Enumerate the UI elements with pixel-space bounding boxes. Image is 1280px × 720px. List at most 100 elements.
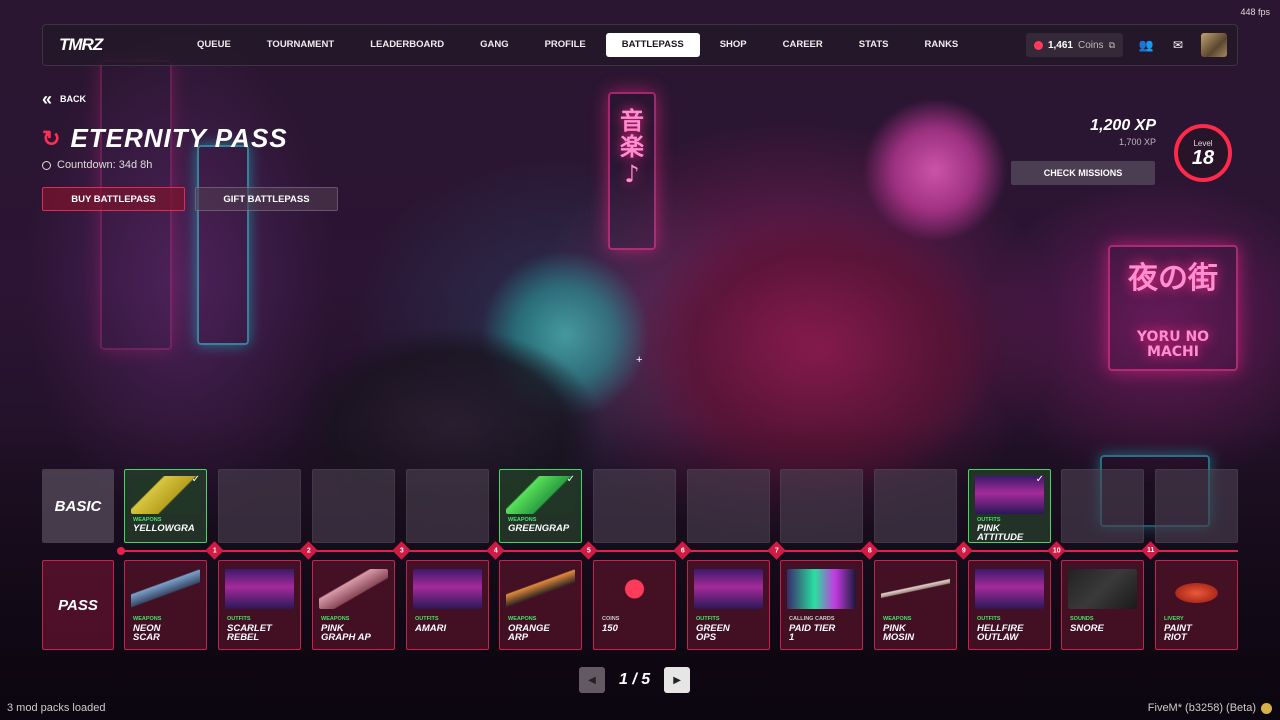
pass-reward-slot[interactable]: CALLING CARDS PAID TIER 1 — [780, 560, 863, 650]
pass-reward-slot[interactable]: WEAPONS PINK GRAPH AP — [312, 560, 395, 650]
pass-title: ↻ ETERNITY PASS — [42, 123, 288, 154]
basic-reward-slot[interactable] — [874, 469, 957, 543]
basic-reward-slot[interactable]: ✓ WEAPONS YELLOWGRA — [124, 469, 207, 543]
pass-row-label: PASS — [42, 560, 114, 650]
nav-item-stats[interactable]: STATS — [843, 33, 905, 57]
pass-reward-slot[interactable]: SOUNDS SNORE — [1061, 560, 1144, 650]
basic-reward-slot[interactable] — [687, 469, 770, 543]
check-icon: ✓ — [566, 474, 575, 485]
reward-thumbnail — [319, 569, 388, 609]
reward-name: PAID TIER 1 — [789, 623, 836, 643]
basic-reward-slot[interactable] — [593, 469, 676, 543]
pass-reward-slot[interactable]: WEAPONS NEON SCAR — [124, 560, 207, 650]
friends-icon[interactable]: 👥 — [1137, 38, 1155, 52]
nav-item-battlepass[interactable]: BATTLEPASS — [605, 33, 700, 57]
avatar[interactable] — [1201, 33, 1227, 57]
reward-thumbnail — [1162, 569, 1231, 609]
basic-reward-slot[interactable] — [406, 469, 489, 543]
nav-menu: QUEUE TOURNAMENT LEADERBOARD GANG PROFILE BAT… — [181, 33, 974, 57]
reward-category: OUTFITS — [696, 616, 720, 622]
pass-reward-slot[interactable]: OUTFITS SCARLET REBEL — [218, 560, 301, 650]
reward-thumbnail — [694, 569, 763, 609]
coins-value: 1,461 — [1047, 39, 1073, 51]
prev-page-button[interactable]: ◀ — [579, 667, 605, 693]
nav-item-leaderboard[interactable]: LEADERBOARD — [354, 33, 460, 57]
nav-item-shop[interactable]: SHOP — [704, 33, 763, 57]
reward-thumbnail — [131, 476, 200, 514]
page-indicator: 1 / 5 — [619, 671, 651, 688]
brand-logo[interactable]: TMRZ — [59, 35, 141, 55]
reward-name: SNORE — [1070, 623, 1104, 634]
coins-balance[interactable]: 1,461 Coins ⧉ — [1025, 33, 1123, 57]
coin-icon — [1032, 38, 1045, 52]
reward-thumbnail — [1068, 569, 1137, 609]
reward-thumbnail — [787, 569, 856, 609]
mod-packs-status: 3 mod packs loaded — [7, 702, 106, 714]
fivem-icon — [1261, 702, 1272, 714]
nav-item-ranks[interactable]: RANKS — [908, 33, 974, 57]
nav-item-tournament[interactable]: TOURNAMENT — [251, 33, 350, 57]
reward-name: HELLFIRE OUTLAW — [977, 623, 1024, 643]
basic-reward-slot[interactable] — [780, 469, 863, 543]
tier-number: 6 — [680, 547, 685, 554]
fps-counter: 448 fps — [1240, 7, 1270, 17]
pagination: ◀ 1 / 5 ▶ — [579, 667, 691, 693]
pass-reward-slot[interactable]: WEAPONS ORANGE ARP — [499, 560, 582, 650]
nav-item-gang[interactable]: GANG — [464, 33, 525, 57]
reward-category: OUTFITS — [977, 616, 1001, 622]
basic-reward-slot[interactable]: ✓ WEAPONS GREENGRAP — [499, 469, 582, 543]
reward-category: WEAPONS — [508, 616, 537, 622]
basic-reward-slot[interactable] — [218, 469, 301, 543]
basic-reward-slot[interactable] — [312, 469, 395, 543]
pass-reward-slot[interactable]: OUTFITS HELLFIRE OUTLAW — [968, 560, 1051, 650]
reward-name: PINK MOSIN — [883, 623, 915, 643]
page-title: ETERNITY PASS — [70, 123, 288, 153]
reward-thumbnail — [506, 476, 575, 514]
reward-category: OUTFITS — [415, 616, 439, 622]
tier-number: 9 — [961, 547, 966, 554]
neon-sign-music: 音楽 ♪ — [620, 107, 644, 188]
pass-reward-slot[interactable]: OUTFITS AMARI — [406, 560, 489, 650]
basic-reward-slot[interactable] — [1155, 469, 1238, 543]
tier-number: 10 — [1052, 546, 1061, 554]
basic-row-label: BASIC — [42, 469, 114, 543]
buy-battlepass-button[interactable]: BUY BATTLEPASS — [42, 187, 185, 211]
next-page-button[interactable]: ▶ — [664, 667, 691, 693]
nav-item-queue[interactable]: QUEUE — [181, 33, 247, 57]
reward-category: LIVERY — [1164, 616, 1184, 622]
top-navbar: TMRZ QUEUE TOURNAMENT LEADERBOARD GANG PROFI… — [42, 24, 1238, 66]
nav-item-career[interactable]: CAREER — [767, 33, 839, 57]
tier-number: 8 — [867, 547, 872, 554]
reward-category: WEAPONS — [133, 616, 162, 622]
reward-thumbnail — [506, 569, 575, 609]
neon-sign-street: 夜の街 — [1128, 261, 1218, 296]
pass-reward-slot[interactable]: LIVERY PAINT RIOT — [1155, 560, 1238, 650]
reward-thumbnail — [413, 569, 482, 609]
back-button[interactable]: « BACK — [42, 90, 87, 108]
reward-name: SCARLET REBEL — [227, 623, 272, 643]
fivem-version: FiveM* (b3258) (Beta) — [1148, 702, 1272, 714]
pass-reward-slot[interactable]: COINS 150 — [593, 560, 676, 650]
mail-icon[interactable]: ✉ — [1169, 38, 1187, 52]
basic-reward-slot[interactable]: ✓ OUTFITS PINK ATTITUDE — [968, 469, 1051, 543]
reward-thumbnail — [131, 569, 200, 609]
check-icon: ✓ — [191, 474, 200, 485]
countdown: Countdown: 34d 8h — [42, 159, 152, 171]
reward-name: 150 — [602, 623, 618, 634]
reward-category: COINS — [602, 616, 620, 622]
coins-label: Coins — [1077, 39, 1104, 51]
back-label: BACK — [60, 94, 87, 104]
level-badge: Level 18 — [1174, 124, 1232, 182]
pass-reward-slot[interactable]: WEAPONS PINK MOSIN — [874, 560, 957, 650]
pass-reward-slot[interactable]: OUTFITS GREEN OPS — [687, 560, 770, 650]
check-missions-button[interactable]: CHECK MISSIONS — [1011, 161, 1155, 185]
xp-current: 1,200 XP — [1090, 117, 1156, 134]
gift-battlepass-button[interactable]: GIFT BATTLEPASS — [195, 187, 338, 211]
xp-max: 1,700 XP — [1118, 137, 1156, 147]
basic-reward-slot[interactable] — [1061, 469, 1144, 543]
tier-number: 5 — [586, 547, 591, 554]
reward-thumbnail — [225, 569, 294, 609]
nav-item-profile[interactable]: PROFILE — [529, 33, 602, 57]
reward-category: WEAPONS — [883, 616, 912, 622]
reward-name: PAINT RIOT — [1164, 623, 1192, 643]
